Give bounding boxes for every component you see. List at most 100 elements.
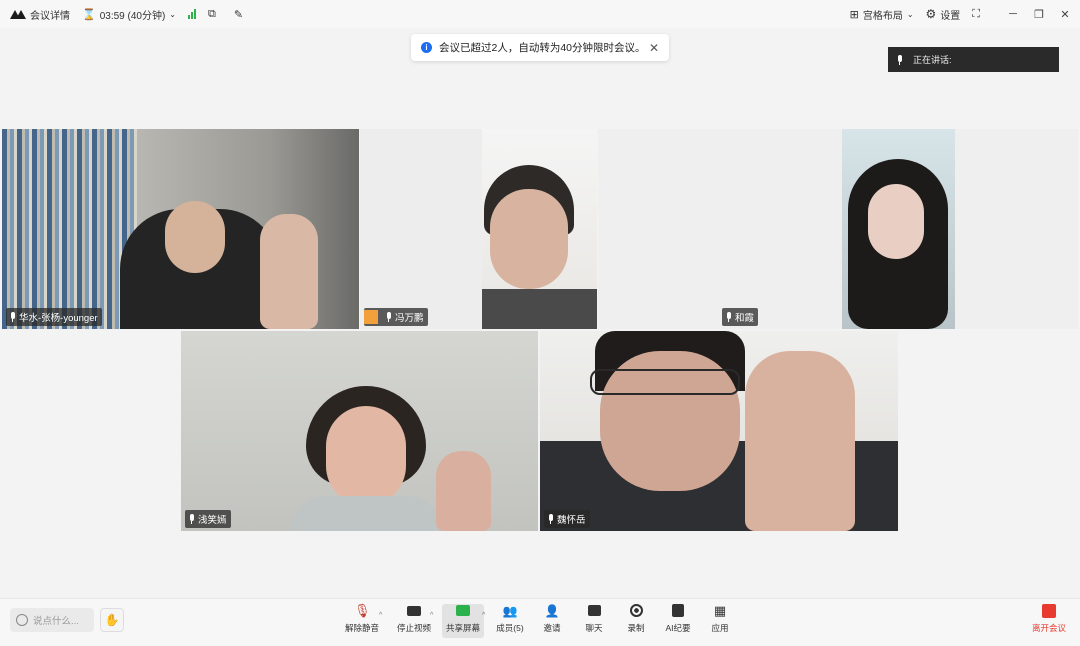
participant-name-tag: 浅笑嫣 — [185, 510, 231, 528]
apps-button[interactable]: ▦ 应用 — [699, 604, 741, 638]
meeting-timer[interactable]: ⌛ 03:59 (40分钟) ⌄ — [82, 7, 176, 22]
avatar-icon — [364, 310, 378, 324]
external-link-icon: ⧉ — [208, 7, 216, 20]
grid-icon: ⊞ — [849, 8, 859, 21]
restore-icon[interactable]: ❐ — [1032, 8, 1046, 21]
chat-input[interactable]: 说点什么... — [10, 608, 94, 632]
participant-face — [868, 184, 924, 259]
notice-banner: i 会议已超过2人，自动转为40分钟限时会议。 ✕ — [411, 34, 669, 61]
members-label: 成员(5) — [496, 623, 524, 633]
hand-icon: ✋ — [104, 613, 120, 627]
participant-body — [482, 289, 597, 329]
chevron-up-icon[interactable]: ^ — [482, 612, 485, 619]
speaking-indicator: 正在讲话: — [888, 47, 1059, 72]
mic-muted-icon — [9, 312, 16, 322]
notice-text: 会议已超过2人，自动转为40分钟限时会议。 — [439, 42, 646, 54]
exit-icon — [1041, 604, 1056, 618]
emoji-icon — [16, 614, 28, 626]
participant-name: 冯万鹏 — [395, 313, 424, 324]
raise-hand-button[interactable]: ✋ — [100, 608, 124, 632]
leave-meeting-button[interactable]: 离开会议 — [1032, 604, 1066, 634]
record-icon — [629, 604, 643, 617]
chat-button[interactable]: 聊天 — [573, 604, 615, 638]
participant-name-tag: 冯万鹏 — [364, 308, 428, 326]
participant-face — [326, 406, 406, 506]
info-icon: i — [421, 42, 432, 53]
fullscreen-icon[interactable]: ⛶ — [972, 8, 980, 21]
network-signal[interactable] — [188, 9, 196, 19]
signal-icon — [188, 9, 196, 19]
stop-video-label: 停止视频 — [396, 623, 431, 633]
add-user-icon: 👤 — [544, 604, 560, 618]
share-screen-button[interactable]: 共享屏幕 — [442, 604, 484, 638]
notice-close-icon[interactable]: ✕ — [649, 41, 659, 55]
top-bar: 会议详情 ⌛ 03:59 (40分钟) ⌄ ⧉ ✎ ⊞ 宫格布局 ⌄ ⚙ 设置 … — [0, 0, 1080, 28]
chevron-up-icon[interactable]: ^ — [430, 612, 433, 619]
share-screen-label: 共享屏幕 — [445, 623, 480, 633]
pin-tool-button[interactable]: ✎ — [234, 8, 243, 21]
timer-label: 03:59 (40分钟) — [99, 10, 166, 22]
share-screen-icon — [456, 605, 470, 616]
apps-label: 应用 — [711, 623, 729, 633]
members-icon: 👥 — [502, 604, 518, 618]
stop-video-button[interactable]: 停止视频 — [393, 604, 435, 638]
video-tile[interactable]: 冯万鹏 — [360, 129, 597, 329]
speaking-label: 正在讲话: — [913, 55, 952, 65]
chevron-down-icon: ⌄ — [169, 9, 176, 19]
participant-name: 和霞 — [735, 313, 755, 324]
record-label: 录制 — [627, 623, 645, 633]
app-logo-icon — [10, 9, 26, 19]
participant-name-tag: 和霞 — [722, 308, 759, 326]
video-tile[interactable]: 浅笑嫣 — [181, 331, 538, 531]
gear-icon: ⚙ — [925, 7, 937, 21]
ai-summary-icon — [672, 604, 684, 617]
mic-off-icon: 🎙 — [354, 603, 371, 618]
chevron-up-icon[interactable]: ^ — [379, 612, 382, 619]
participant-name: 浅笑嫣 — [198, 515, 227, 526]
participant-name-tag: 华水-张杨-younger — [6, 308, 102, 326]
participant-face — [490, 189, 568, 289]
participant-hand — [436, 451, 491, 531]
meeting-details-label: 会议详情 — [30, 10, 70, 22]
layout-label: 宫格布局 — [862, 10, 903, 22]
hourglass-icon: ⌛ — [82, 8, 96, 21]
glasses-icon — [590, 369, 740, 395]
mic-muted-icon — [547, 514, 554, 524]
invite-button[interactable]: 👤 邀请 — [531, 604, 573, 638]
ai-summary-button[interactable]: AI纪要 — [657, 604, 699, 638]
participant-name: 魏怀岳 — [557, 515, 586, 526]
settings-label: 设置 — [940, 10, 961, 22]
apps-icon: ▦ — [713, 603, 727, 618]
ai-summary-label: AI纪要 — [665, 623, 691, 633]
minimize-icon[interactable]: ─ — [1006, 8, 1020, 20]
leave-label: 离开会议 — [1031, 623, 1066, 633]
meeting-details-button[interactable]: 会议详情 — [10, 7, 70, 22]
bottom-toolbar: 说点什么... ✋ 🎙 解除静音 ^ 停止视频 ^ 共享屏幕 ^ 👥 成员(5)… — [0, 598, 1080, 646]
video-tile[interactable]: 和霞 — [598, 129, 1078, 329]
participant-hand — [260, 214, 318, 329]
video-tile[interactable]: 魏怀岳 — [540, 331, 898, 531]
mic-muted-icon — [188, 514, 195, 524]
video-tile[interactable]: 华水-张杨-younger — [2, 129, 359, 329]
external-link-button[interactable]: ⧉ — [208, 8, 216, 21]
chat-label: 聊天 — [585, 623, 603, 633]
settings-button[interactable]: ⚙ 设置 — [926, 7, 961, 22]
mic-icon — [385, 312, 392, 322]
close-icon[interactable]: ✕ — [1058, 8, 1072, 21]
mic-icon — [896, 54, 903, 65]
participant-face — [165, 201, 225, 273]
layout-button[interactable]: ⊞ 宫格布局 ⌄ — [850, 7, 914, 22]
brush-icon: ✎ — [233, 8, 244, 21]
chat-icon — [587, 605, 601, 616]
bookshelf-background — [2, 129, 137, 329]
chevron-down-icon: ⌄ — [906, 9, 914, 19]
mic-icon — [725, 312, 732, 322]
participant-hand — [745, 351, 855, 531]
participant-name-tag: 魏怀岳 — [544, 510, 590, 528]
unmute-button[interactable]: 🎙 解除静音 — [341, 604, 383, 638]
participant-name: 华水-张杨-younger — [19, 313, 98, 324]
record-button[interactable]: 录制 — [615, 604, 657, 638]
participant-body — [291, 496, 441, 531]
members-button[interactable]: 👥 成员(5) — [489, 604, 531, 638]
chat-placeholder: 说点什么... — [33, 616, 79, 627]
